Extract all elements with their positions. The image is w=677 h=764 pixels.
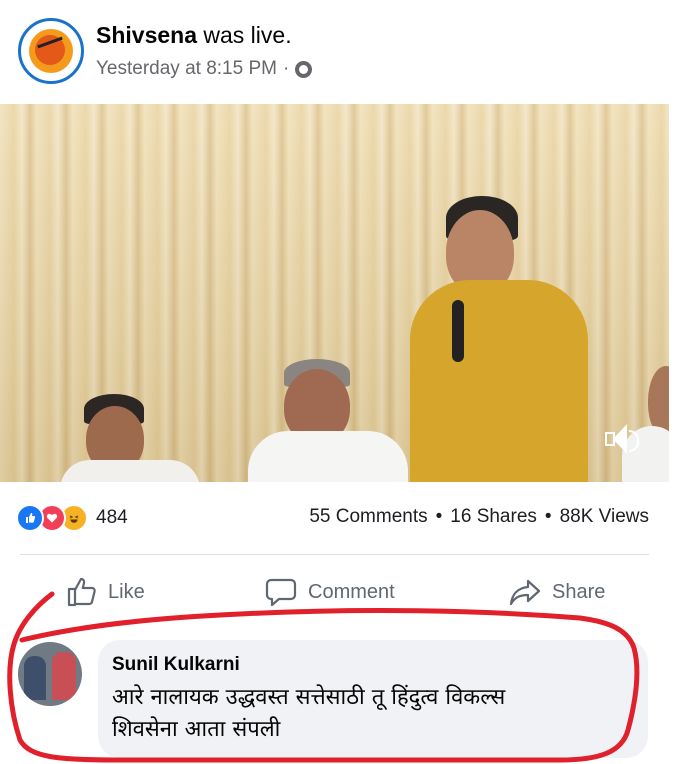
reaction-count: 484 [96, 507, 128, 528]
microphone [452, 300, 464, 362]
like-button[interactable]: Like [66, 570, 145, 614]
seated-man-left [60, 394, 210, 482]
page-name-link[interactable]: Shivsena [96, 22, 197, 48]
share-label: Share [552, 580, 606, 603]
views-count: 88K Views [559, 506, 649, 527]
kurta [410, 280, 588, 482]
share-button[interactable]: Share [508, 570, 605, 614]
like-reaction-icon [16, 504, 44, 532]
post-timestamp[interactable]: Yesterday at 8:15 PM [96, 58, 277, 80]
commenter-name[interactable]: Sunil Kulkarni [112, 654, 240, 676]
shares-count-link[interactable]: 16 Shares [450, 506, 537, 528]
live-video[interactable] [0, 104, 669, 482]
comment-bubble-icon [265, 578, 297, 607]
comment-button[interactable]: Comment [264, 570, 395, 614]
meta-separator: · [282, 58, 290, 79]
comment-bubble: Sunil Kulkarni आरे नालायक उद्धवस्त सत्ते… [98, 640, 648, 758]
stats-dot: • [435, 506, 443, 527]
seated-man-middle [240, 359, 420, 482]
post-actions-bar: Like Comment Share [0, 570, 677, 614]
like-label: Like [108, 580, 145, 603]
shirt [60, 460, 200, 482]
engagement-stats: 484 55 Comments • 16 Shares • 88K Views [0, 504, 677, 534]
reactions-summary[interactable]: 484 [16, 504, 128, 532]
comment-line-1: आरे नालायक उद्धवस्त सत्तेसाठी तू हिंदुत्… [112, 685, 506, 710]
comment-label: Comment [308, 580, 395, 603]
shirt [248, 431, 408, 482]
comment-text: आरे नालायक उद्धवस्त सत्तेसाठी तू हिंदुत्… [112, 682, 632, 746]
comment-item: Sunil Kulkarni आरे नालायक उद्धवस्त सत्ते… [16, 636, 676, 764]
sound-wave [629, 430, 639, 452]
post-counts: 55 Comments • 16 Shares • 88K Views [309, 506, 649, 528]
live-status: was live. [197, 22, 292, 48]
post-meta: Yesterday at 8:15 PM · [96, 58, 313, 80]
speaker-icon[interactable] [605, 422, 641, 456]
avatar-figure [52, 652, 76, 700]
post-header: Shivsena was live. Yesterday at 8:15 PM … [0, 0, 677, 100]
commenter-avatar[interactable] [18, 642, 82, 706]
stats-divider [20, 554, 649, 555]
standing-speaker [400, 196, 610, 482]
speaker-cone [613, 424, 627, 454]
globe-icon [295, 60, 313, 78]
share-arrow-icon [509, 579, 541, 606]
post-title: Shivsena was live. [96, 22, 292, 49]
stats-dot: • [544, 506, 552, 527]
page-avatar[interactable] [18, 18, 84, 84]
comment-line-2: शिवसेना आता संपली [112, 717, 281, 742]
avatar-figure [24, 656, 46, 700]
thumbs-up-icon [67, 577, 96, 607]
comments-count-link[interactable]: 55 Comments [309, 506, 427, 528]
